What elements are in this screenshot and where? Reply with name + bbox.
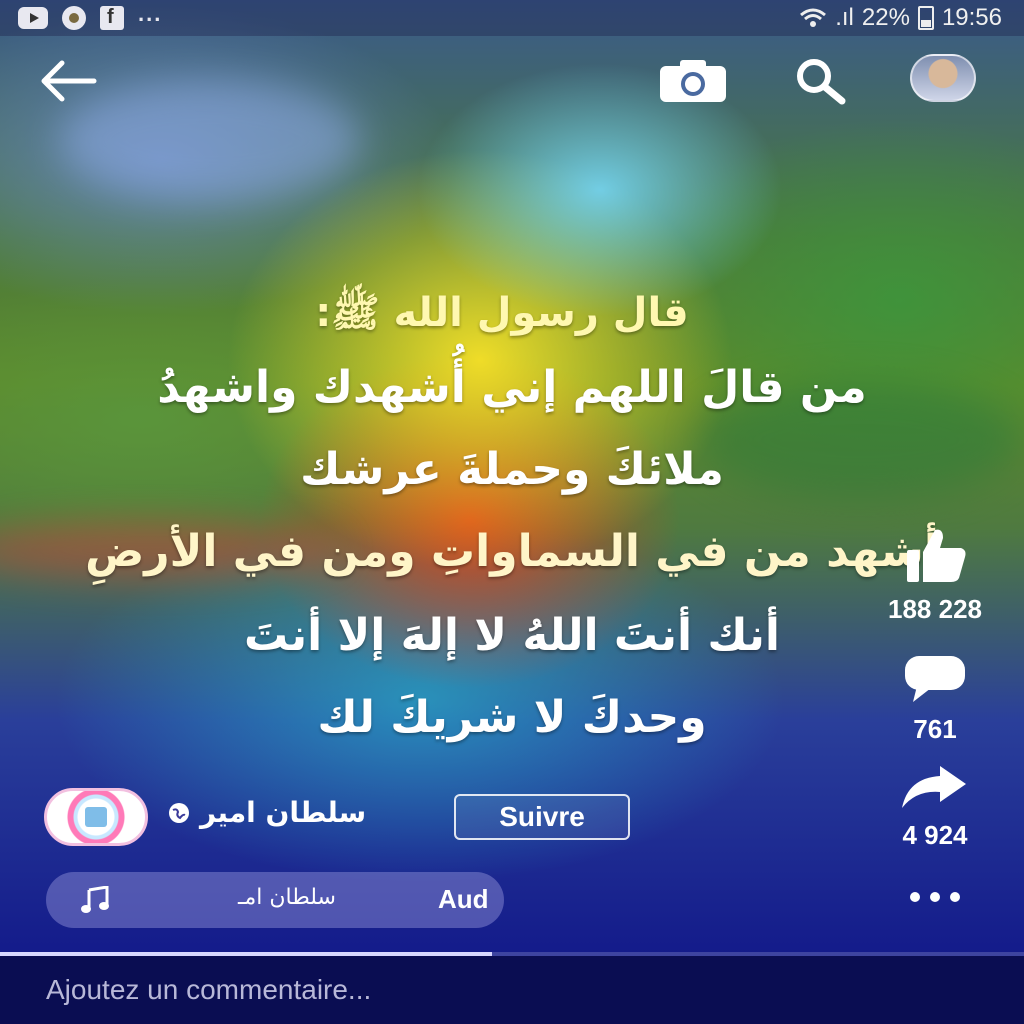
- globe-icon: [169, 802, 189, 823]
- share-button[interactable]: 4 924: [860, 766, 1010, 851]
- battery-icon: [917, 6, 934, 30]
- more-options-button[interactable]: [860, 880, 1010, 902]
- author-avatar[interactable]: [44, 788, 148, 846]
- battery-percent: 22%: [861, 4, 910, 31]
- profile-avatar[interactable]: [910, 54, 976, 102]
- record-icon: [62, 6, 86, 30]
- clock: 19:56: [941, 4, 1002, 31]
- wifi-icon: [799, 8, 827, 28]
- comment-button[interactable]: 761: [860, 654, 1010, 745]
- back-arrow-icon[interactable]: [34, 58, 104, 104]
- status-bar: ... .ıl 22% 19:56: [0, 0, 1024, 36]
- like-button[interactable]: 188 228: [860, 526, 1010, 625]
- thumbs-up-icon: [907, 529, 966, 582]
- more-dots-icon: [860, 880, 1010, 902]
- post-title: قال رسول الله ﷺ:: [315, 290, 689, 336]
- share-count: 4 924: [902, 820, 968, 850]
- follow-button[interactable]: Suivre: [454, 794, 630, 840]
- notification-overflow: ...: [138, 1, 163, 26]
- post-line-1: من قالَ اللهم إني أُشهدك واشهدُ: [157, 362, 867, 413]
- comment-input[interactable]: Ajoutez un commentaire...: [46, 974, 371, 1006]
- youtube-icon: [18, 7, 48, 29]
- author-info[interactable]: سلطان امير: [168, 796, 366, 829]
- comment-count: 761: [913, 714, 957, 744]
- comment-bubble-icon: [905, 656, 965, 702]
- share-arrow-icon: [902, 766, 966, 808]
- music-note-icon: [81, 886, 109, 913]
- signal-icon: .ıl: [835, 4, 854, 31]
- search-icon[interactable]: [788, 56, 850, 106]
- camera-icon[interactable]: [656, 58, 730, 104]
- like-count: 188 228: [888, 594, 982, 624]
- author-name: سلطان امير: [200, 796, 367, 829]
- flipboard-icon: [100, 6, 124, 30]
- audio-artist: سلطان امـ: [238, 885, 336, 910]
- post-line-2: ملائكَ وحملةَ عرشك: [300, 444, 724, 495]
- audio-label: Aud: [438, 884, 489, 914]
- audio-track-pill[interactable]: سلطان امـ Aud: [46, 872, 504, 928]
